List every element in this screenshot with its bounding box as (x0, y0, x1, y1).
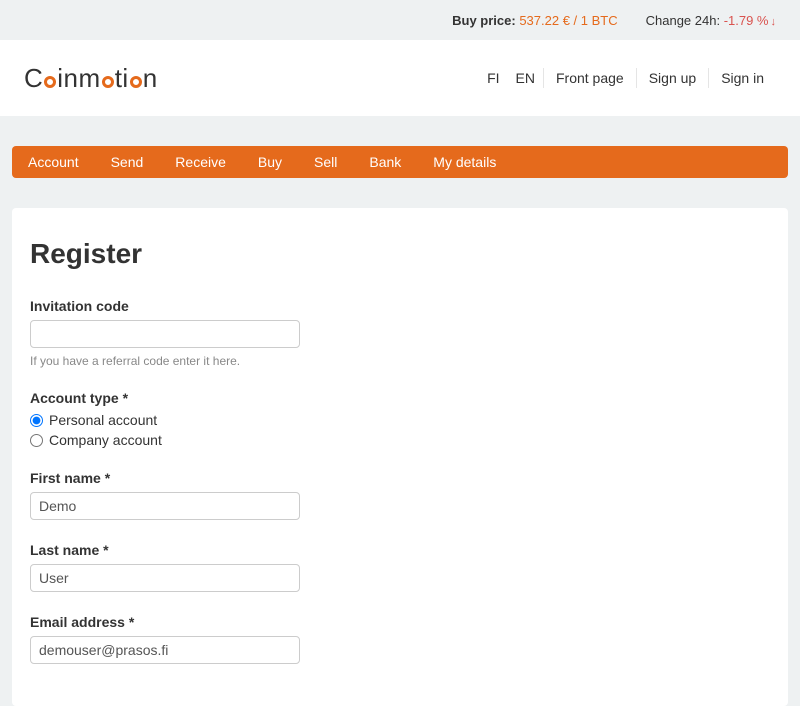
logo[interactable]: Cinmtin (24, 63, 158, 94)
logo-o-icon (130, 76, 142, 88)
radio-row-company[interactable]: Company account (30, 432, 770, 448)
logo-text: n (143, 63, 158, 93)
main-tabs: Account Send Receive Buy Sell Bank My de… (12, 146, 788, 178)
change-24h: Change 24h: -1.79 % (646, 13, 776, 28)
header-nav: FI EN Front page Sign up Sign in (479, 68, 776, 88)
ticker-bar: Buy price: 537.22 € / 1 BTC Change 24h: … (0, 0, 800, 40)
input-invitation[interactable] (30, 320, 300, 348)
group-invitation: Invitation code If you have a referral c… (30, 298, 770, 368)
tab-my-details[interactable]: My details (417, 146, 512, 178)
label-first-name: First name * (30, 470, 770, 486)
logo-text: ti (115, 63, 129, 93)
buy-price-label: Buy price: (452, 13, 516, 28)
group-account-type: Account type * Personal account Company … (30, 390, 770, 448)
nav-sign-up[interactable]: Sign up (636, 68, 708, 88)
register-card: Register Invitation code If you have a r… (12, 208, 788, 706)
group-first-name: First name * (30, 470, 770, 520)
lang-fi[interactable]: FI (479, 68, 507, 88)
nav-front-page[interactable]: Front page (543, 68, 636, 88)
page-title: Register (30, 238, 770, 270)
label-email: Email address * (30, 614, 770, 630)
tab-receive[interactable]: Receive (159, 146, 242, 178)
radio-row-personal[interactable]: Personal account (30, 412, 770, 428)
logo-text: inm (57, 63, 100, 93)
buy-price: Buy price: 537.22 € / 1 BTC (452, 13, 617, 28)
hint-invitation: If you have a referral code enter it her… (30, 354, 770, 368)
group-email: Email address * (30, 614, 770, 664)
group-last-name: Last name * (30, 542, 770, 592)
logo-o-icon (44, 76, 56, 88)
tab-account[interactable]: Account (12, 146, 95, 178)
input-email[interactable] (30, 636, 300, 664)
label-account-type: Account type * (30, 390, 770, 406)
radio-company[interactable] (30, 434, 43, 447)
tab-send[interactable]: Send (95, 146, 160, 178)
logo-text: C (24, 63, 43, 93)
nav-sign-in[interactable]: Sign in (708, 68, 776, 88)
change-value: -1.79 % (724, 13, 776, 28)
header: Cinmtin FI EN Front page Sign up Sign in (0, 40, 800, 116)
buy-price-value: 537.22 € / 1 BTC (519, 13, 617, 28)
tab-bank[interactable]: Bank (353, 146, 417, 178)
input-last-name[interactable] (30, 564, 300, 592)
tab-buy[interactable]: Buy (242, 146, 298, 178)
logo-o-icon (102, 76, 114, 88)
input-first-name[interactable] (30, 492, 300, 520)
tab-sell[interactable]: Sell (298, 146, 353, 178)
change-label: Change 24h: (646, 13, 720, 28)
radio-personal-label: Personal account (49, 412, 157, 428)
label-last-name: Last name * (30, 542, 770, 558)
radio-company-label: Company account (49, 432, 162, 448)
radio-personal[interactable] (30, 414, 43, 427)
lang-en[interactable]: EN (508, 68, 543, 88)
label-invitation: Invitation code (30, 298, 770, 314)
